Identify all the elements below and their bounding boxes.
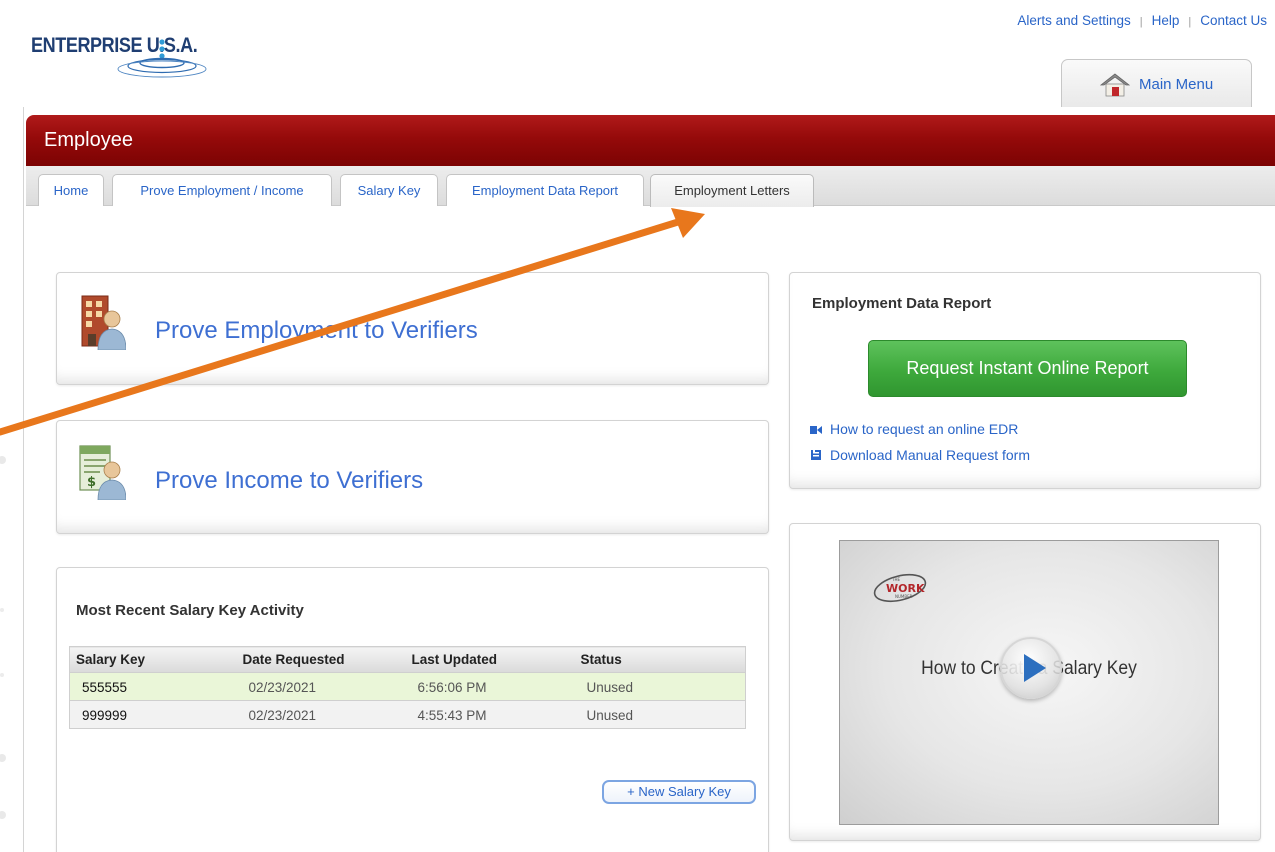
status-cell: Unused <box>574 672 746 701</box>
page-title: Employee <box>44 129 133 151</box>
tab-employment-letters[interactable]: Employment Letters <box>650 174 814 207</box>
how-to-create-salary-key-video[interactable]: WORK THE NUMBER How to Create a Salary K… <box>839 540 1219 825</box>
date-requested-cell: 02/23/2021 <box>236 700 406 729</box>
salary-key-cell: 555555 <box>69 672 237 701</box>
prove-income-panel[interactable]: $ Prove Income to Verifiers <box>56 420 769 534</box>
request-instant-report-button[interactable]: Request Instant Online Report <box>868 340 1187 397</box>
enterprise-usa-logo[interactable]: ENTERPRISE U.S.A. <box>31 30 231 80</box>
employment-data-report-panel: Employment Data Report Request Instant O… <box>789 272 1261 489</box>
tab-employment-data-report[interactable]: Employment Data Report <box>446 174 644 206</box>
download-manual-form-label: Download Manual Request form <box>830 447 1030 463</box>
separator: | <box>1139 16 1143 28</box>
prove-employment-panel[interactable]: Prove Employment to Verifiers <box>56 272 769 385</box>
alerts-settings-link[interactable]: Alerts and Settings <box>1017 13 1130 28</box>
svg-text:$: $ <box>87 475 96 490</box>
salary-key-table: Salary Key Date Requested Last Updated S… <box>69 646 746 729</box>
document-icon <box>811 450 821 460</box>
table-row[interactable]: 999999 02/23/2021 4:55:43 PM Unused <box>69 700 746 729</box>
column-header: Date Requested <box>236 646 406 673</box>
main-menu-tab[interactable]: Main Menu <box>1061 59 1252 107</box>
play-icon <box>1024 654 1046 682</box>
last-updated-cell: 4:55:43 PM <box>405 700 575 729</box>
table-header-row: Salary Key Date Requested Last Updated S… <box>69 646 746 673</box>
money-person-icon: $ <box>79 445 126 500</box>
edr-title: Employment Data Report <box>812 295 992 312</box>
page: Alerts and Settings | Help | Contact Us ENTE… <box>0 0 1275 852</box>
house-icon <box>1100 73 1130 97</box>
separator: | <box>1188 16 1192 28</box>
prove-income-title[interactable]: Prove Income to Verifiers <box>155 467 423 495</box>
top-links: Alerts and Settings | Help | Contact Us <box>1017 13 1267 28</box>
table-row[interactable]: 555555 02/23/2021 6:56:06 PM Unused <box>69 672 746 701</box>
column-header: Last Updated <box>405 646 575 673</box>
video-camera-icon <box>810 426 822 434</box>
date-requested-cell: 02/23/2021 <box>236 672 406 701</box>
column-header: Salary Key <box>69 646 237 673</box>
status-cell: Unused <box>574 700 746 729</box>
salary-activity-title: Most Recent Salary Key Activity <box>76 602 304 619</box>
tab-prove-employment-income[interactable]: Prove Employment / Income <box>112 174 332 206</box>
main-menu-label: Main Menu <box>1139 76 1214 93</box>
help-link[interactable]: Help <box>1152 13 1180 28</box>
svg-text:NUMBER: NUMBER <box>895 594 913 599</box>
last-updated-cell: 6:56:06 PM <box>405 672 575 701</box>
how-to-request-edr-link[interactable]: How to request an online EDR <box>810 421 1018 437</box>
section-header: Employee <box>26 115 1275 166</box>
prove-employment-title[interactable]: Prove Employment to Verifiers <box>155 317 478 345</box>
salary-key-activity-panel: Most Recent Salary Key Activity Salary K… <box>56 567 769 852</box>
logo-water-drop-icon <box>117 39 207 78</box>
new-salary-key-button[interactable]: + New Salary Key <box>602 780 756 804</box>
play-button[interactable] <box>1000 637 1062 699</box>
contact-us-link[interactable]: Contact Us <box>1200 13 1267 28</box>
the-work-number-logo: WORK THE NUMBER <box>873 573 927 603</box>
svg-text:THE: THE <box>891 577 900 582</box>
download-manual-form-link[interactable]: Download Manual Request form <box>810 447 1030 463</box>
video-panel: WORK THE NUMBER How to Create a Salary K… <box>789 523 1261 841</box>
building-person-icon <box>81 295 126 350</box>
tab-salary-key[interactable]: Salary Key <box>340 174 438 206</box>
column-header: Status <box>574 646 746 673</box>
tab-home[interactable]: Home <box>38 174 104 206</box>
main-content: Prove Employment to Verifiers $ Prove In… <box>26 207 1275 852</box>
decorative-dots <box>0 456 6 819</box>
salary-key-cell: 999999 <box>69 700 237 729</box>
how-to-request-edr-label: How to request an online EDR <box>830 421 1019 437</box>
